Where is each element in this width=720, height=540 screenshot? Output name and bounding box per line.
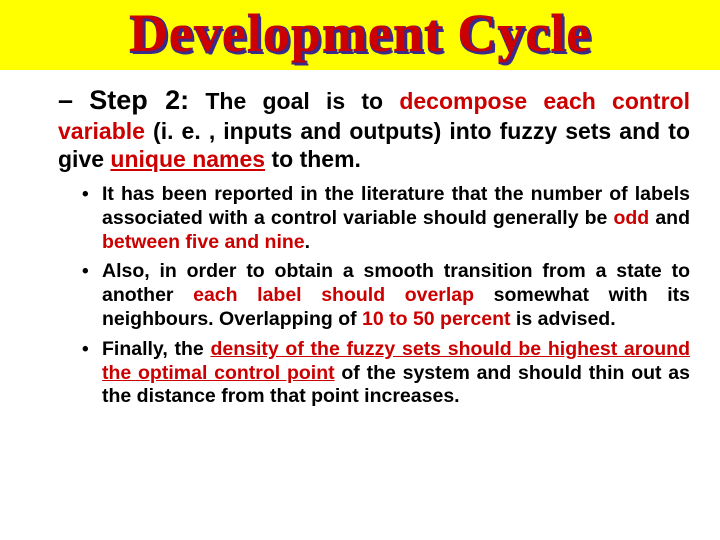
step-text-3: to them. <box>265 146 361 172</box>
step-key-2: unique names <box>110 146 265 172</box>
title-band: Development Cycle <box>0 0 720 70</box>
list-item: It has been reported in the literature t… <box>82 183 690 254</box>
bullet-text: and <box>649 207 690 229</box>
bullet-text: . <box>305 231 310 253</box>
step-label: Step 2: <box>89 85 189 115</box>
bullet-key: 10 to 50 percent <box>362 308 510 330</box>
list-item: Also, in order to obtain a smooth transi… <box>82 260 690 331</box>
step-dash: – <box>58 85 73 115</box>
slide: Development Cycle – Step 2: The goal is … <box>0 0 720 540</box>
list-item: Finally, the density of the fuzzy sets s… <box>82 338 690 409</box>
bullet-text: It has been reported in the literature t… <box>102 183 690 229</box>
bullet-list: It has been reported in the literature t… <box>82 183 690 409</box>
slide-body: – Step 2: The goal is to decompose each … <box>0 70 720 409</box>
step-text-1: The goal is to <box>189 88 399 114</box>
bullet-text: Finally, the <box>102 338 210 360</box>
bullet-key: between five and nine <box>102 231 305 253</box>
bullet-key: each label should overlap <box>193 284 474 306</box>
slide-title: Development Cycle <box>129 3 591 63</box>
step-paragraph: – Step 2: The goal is to decompose each … <box>58 84 690 173</box>
bullet-key: odd <box>613 207 649 229</box>
bullet-text: is advised. <box>511 308 616 330</box>
